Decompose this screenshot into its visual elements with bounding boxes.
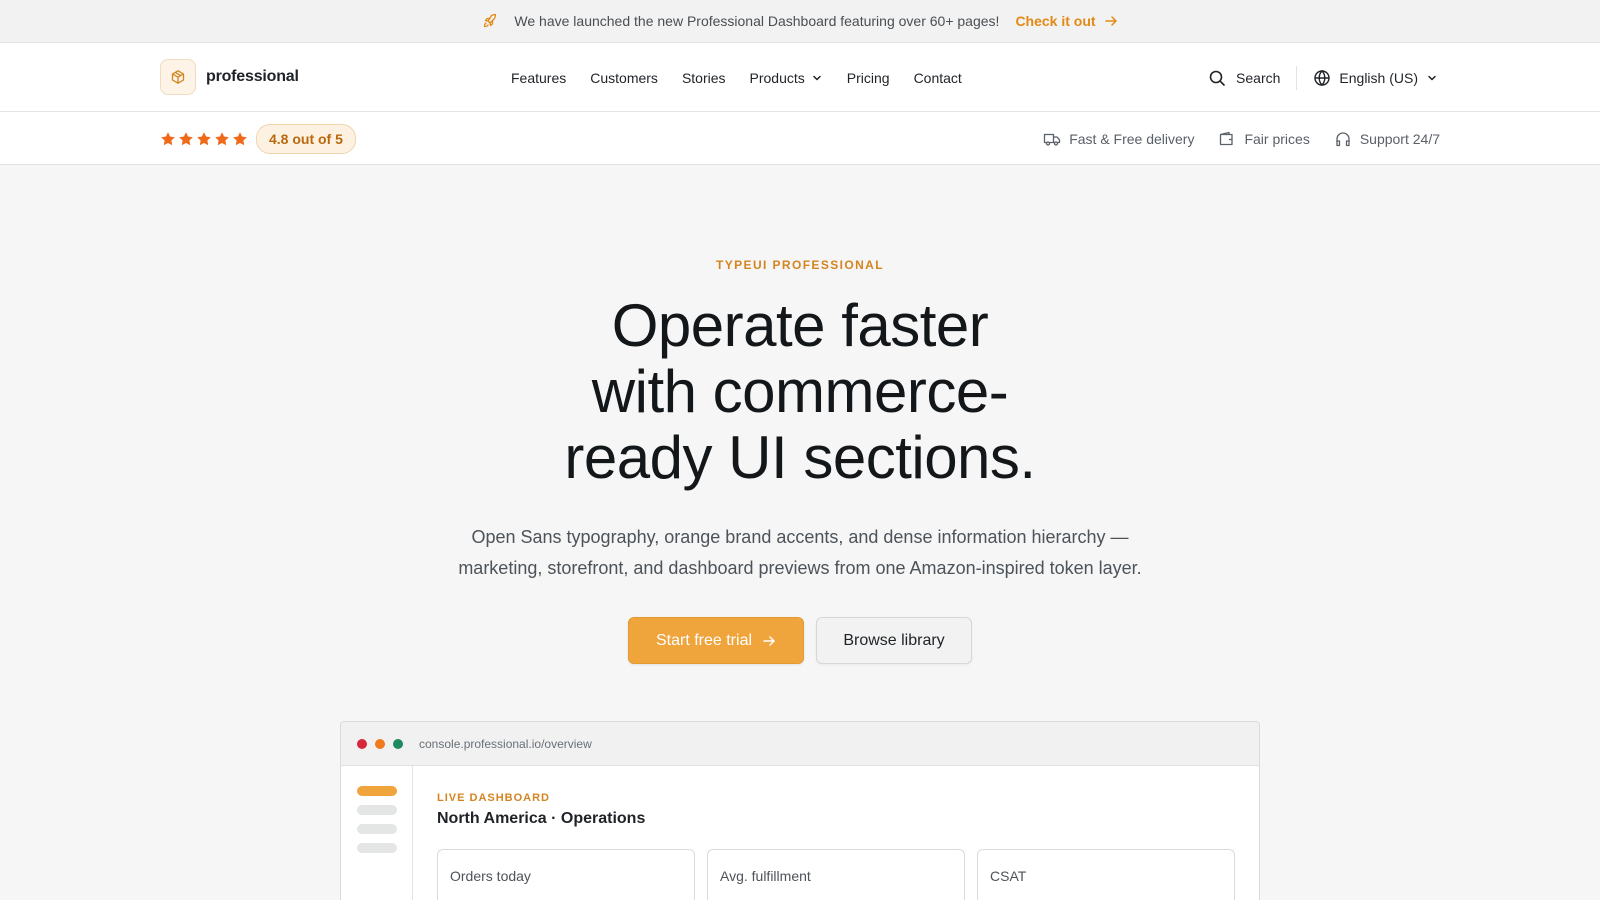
browse-library-button[interactable]: Browse library [816,617,972,664]
trust-features: Fast & Free delivery Fair prices Support… [1043,112,1440,165]
nav-customers[interactable]: Customers [590,70,658,86]
trust-item-label: Fast & Free delivery [1069,130,1195,147]
truck-icon [1044,133,1061,146]
preview-dashboard: LIVE DASHBOARD North America · Operation… [413,766,1259,900]
browser-toolbar: console.professional.io/overview [341,722,1259,766]
trust-item-support: Support 24/7 [1334,130,1440,148]
nav-pricing[interactable]: Pricing [847,70,890,86]
headline-line: Operate faster [611,292,989,359]
rocket-icon [482,13,498,29]
check-it-out-label: Check it out [1015,13,1096,29]
headphones-icon [1336,131,1350,146]
window-close-dot [357,738,367,749]
kpi-cards: Orders today Avg. fulfillment CSAT [437,849,1235,900]
rating-summary: 4.8 out of 5 [160,124,356,154]
arrow-right-icon [763,635,775,646]
sidebar-placeholder [357,824,397,834]
wallet-icon [1220,131,1234,145]
browser-url: console.professional.io/overview [419,736,592,751]
nav-stories[interactable]: Stories [682,70,726,86]
trust-item-label: Support 24/7 [1359,130,1440,147]
window-minimize-dot [375,738,385,749]
trust-item-prices: Fair prices [1218,130,1310,148]
search-icon [1209,70,1225,86]
nav-contact[interactable]: Contact [914,70,962,86]
kpi-card-csat: CSAT [977,849,1235,900]
brand-name: professional [206,68,299,85]
hero-section: TYPEUI PROFESSIONAL Operate faster with … [0,165,1600,900]
hero-subhead: Open Sans typography, orange brand accen… [0,522,1600,584]
language-label: English (US) [1339,69,1418,86]
kpi-label: Avg. fulfillment [720,868,811,884]
star-icon [197,132,211,146]
kpi-card-orders: Orders today [437,849,695,900]
brand-logo-link[interactable]: professional [160,59,299,95]
globe-icon [1314,69,1331,86]
main-nav: Features Customers Stories Products Pric… [511,43,962,112]
headline-line: ready UI sections. [564,424,1036,491]
rating-badge: 4.8 out of 5 [256,124,356,154]
sidebar-placeholder [357,843,397,853]
nav-utilities: Search English (US) [1208,43,1438,112]
nav-products-label: Products [749,69,805,86]
chevron-down-icon [813,75,821,80]
hero-actions: Start free trial Browse library [0,617,1600,664]
trust-item-delivery: Fast & Free delivery [1043,130,1194,148]
trust-item-label: Fair prices [1244,130,1310,147]
hero-eyebrow: TYPEUI PROFESSIONAL [716,258,884,272]
search-label: Search [1236,69,1281,86]
sidebar-placeholder-active [357,786,397,796]
subhead-line: marketing, storefront, and dashboard pre… [458,558,1142,578]
preview-body: LIVE DASHBOARD North America · Operation… [341,766,1259,900]
dashboard-eyebrow: LIVE DASHBOARD [437,792,551,804]
hero-headline: Operate faster with commerce- ready UI s… [0,293,1600,491]
cube-logo-icon [160,59,196,95]
announcement-text: We have launched the new Professional Da… [514,13,1000,29]
star-icon [179,132,193,146]
chevron-down-icon [1428,75,1436,80]
sidebar-placeholder [357,805,397,815]
start-free-trial-label: Start free trial [655,631,753,649]
arrow-right-icon [1104,16,1117,26]
dashboard-title: North America · Operations [437,810,646,827]
start-free-trial-button[interactable]: Start free trial [628,617,804,664]
kpi-card-fulfillment: Avg. fulfillment [707,849,965,900]
check-it-out-link[interactable]: Check it out [1015,13,1117,29]
kpi-label: Orders today [450,868,531,884]
star-icon [233,132,247,146]
nav-products-dropdown[interactable]: Products [750,70,823,86]
star-rating [160,131,248,147]
headline-line: with commerce- [591,358,1009,425]
kpi-label: CSAT [990,868,1027,884]
trust-bar: 4.8 out of 5 Fast & Free delivery Fair p… [0,112,1600,165]
star-icon [161,132,175,146]
search-button[interactable]: Search [1208,65,1298,90]
language-selector[interactable]: English (US) [1297,69,1438,87]
star-icon [215,132,229,146]
dashboard-preview-window: console.professional.io/overview LIVE DA… [340,721,1260,900]
top-navigation: professional Features Customers Stories … [0,43,1600,112]
announcement-bar: We have launched the new Professional Da… [0,0,1600,43]
preview-sidebar [341,766,413,900]
window-maximize-dot [393,738,403,749]
subhead-line: Open Sans typography, orange brand accen… [471,527,1129,547]
browse-library-label: Browse library [843,631,945,649]
nav-features[interactable]: Features [511,70,566,86]
